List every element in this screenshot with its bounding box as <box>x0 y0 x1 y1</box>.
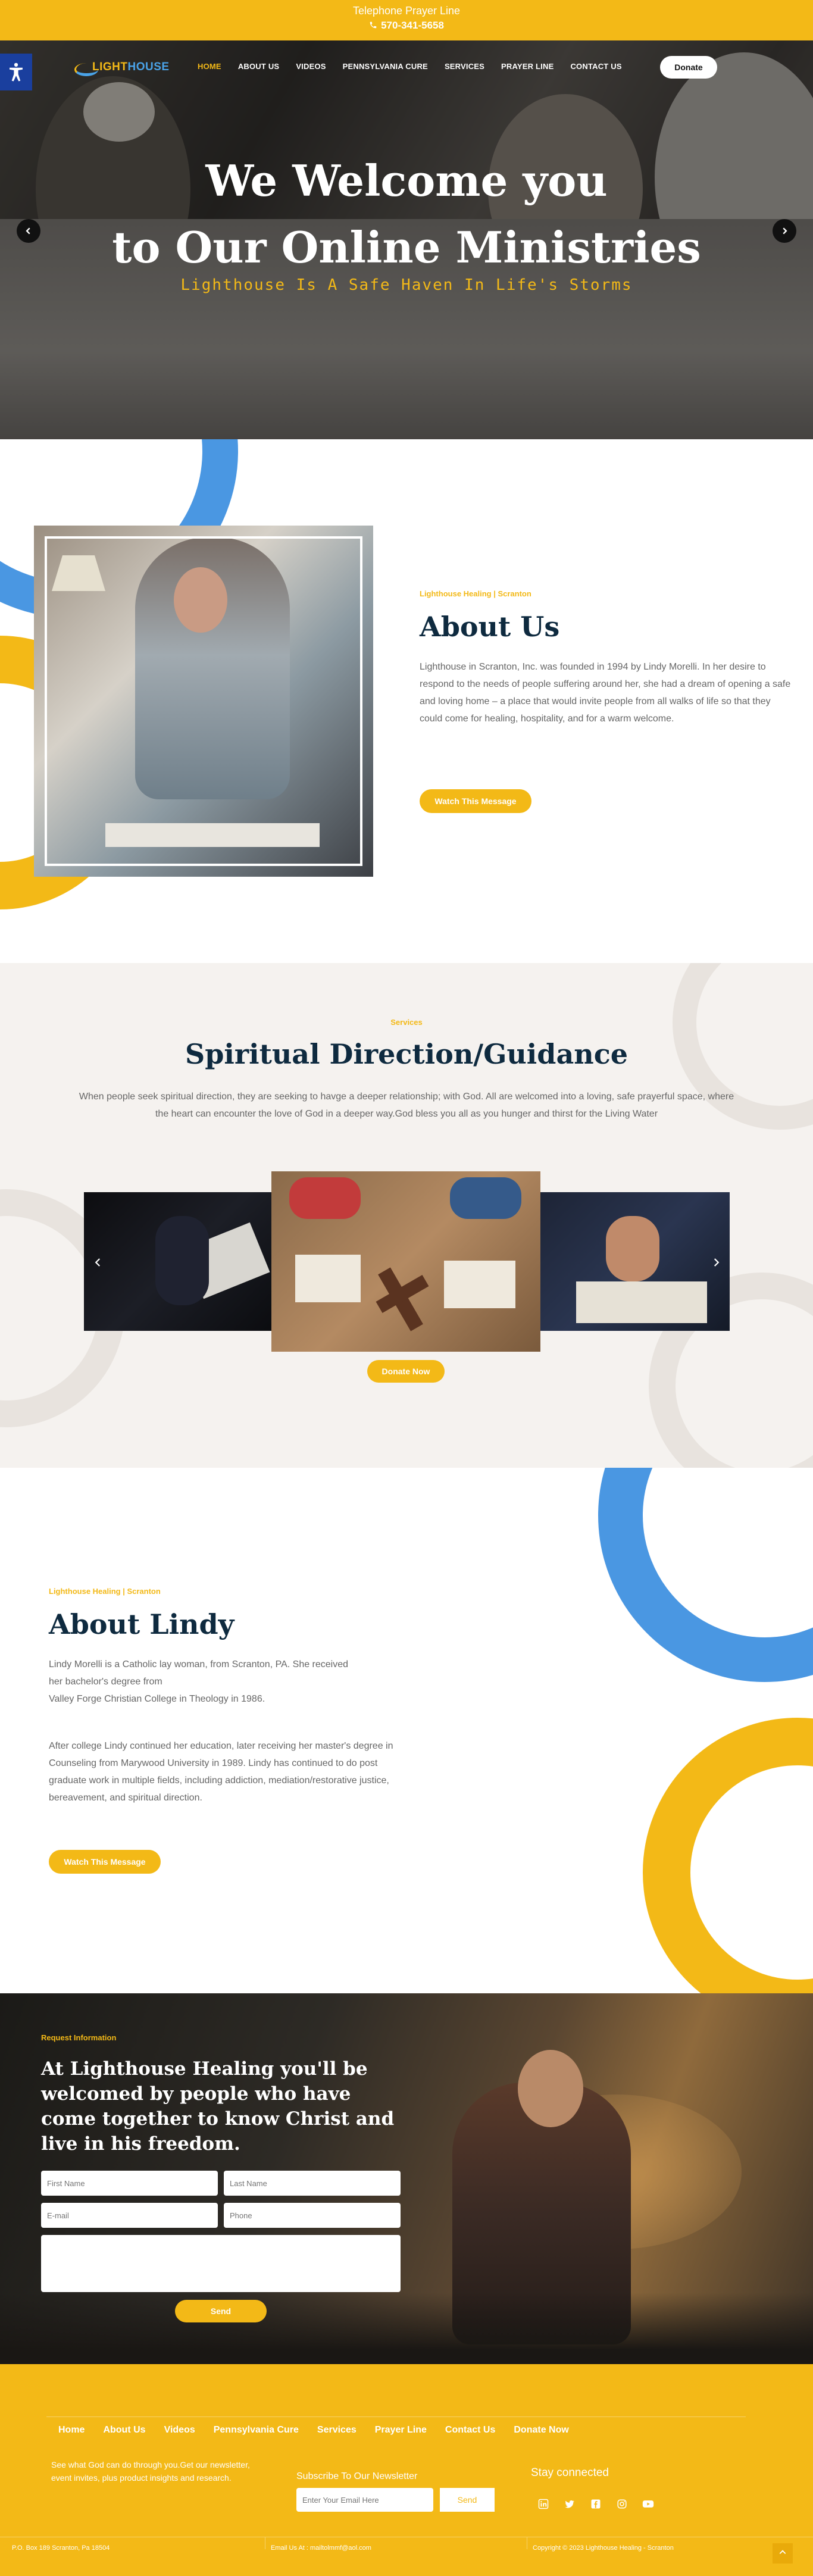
phone-field[interactable] <box>224 2203 401 2228</box>
footer-nav-home[interactable]: Home <box>58 2425 85 2436</box>
footer-copyright: Copyright © 2023 Lighthouse Healing - Sc… <box>533 2544 674 2552</box>
lindy-paragraph-2: After college Lindy continued her educat… <box>49 1741 393 1803</box>
nav-item-prayer-line[interactable]: PRAYER LINE <box>501 62 554 71</box>
request-eyebrow: Request Information <box>41 2033 117 2042</box>
carousel-next-button[interactable] <box>707 1255 725 1273</box>
hero-subtitle: Lighthouse Is A Safe Haven In Life's Sto… <box>180 276 633 294</box>
accessibility-icon <box>10 62 23 82</box>
linkedin-icon[interactable] <box>536 2496 551 2512</box>
nav-item-contact-us[interactable]: CONTACT US <box>570 62 621 71</box>
chevron-right-icon <box>783 227 787 235</box>
carousel-image-praying-hands <box>540 1192 730 1331</box>
footer-nav-videos[interactable]: Videos <box>164 2425 195 2436</box>
about-photo-frame <box>45 536 362 866</box>
facebook-icon[interactable] <box>588 2496 604 2512</box>
social-links <box>536 2496 667 2512</box>
hero-next-button[interactable] <box>773 219 796 243</box>
chevron-up-icon <box>779 2549 786 2554</box>
lindy-paragraph-1: Lindy Morelli is a Catholic lay woman, f… <box>49 1659 349 1704</box>
nav-item-pennsylvania-cure[interactable]: PENNSYLVANIA CURE <box>343 62 428 71</box>
services-title: Spiritual Direction/Guidance <box>185 1038 628 1070</box>
main-menu: HOME ABOUT US VIDEOS PENNSYLVANIA CURE S… <box>198 62 639 71</box>
chevron-right-icon <box>714 1258 720 1267</box>
services-section: Services Spiritual Direction/Guidance Wh… <box>0 963 813 1468</box>
logo-text-house: HOUSE <box>127 61 170 73</box>
hero-title-line-1: We Welcome you <box>205 155 608 206</box>
chevron-left-icon <box>26 227 30 235</box>
footer-blurb: See what God can do through you.Get our … <box>51 2460 250 2483</box>
nav-item-services[interactable]: SERVICES <box>445 62 484 71</box>
carousel-image-prayer-circle <box>271 1171 540 1352</box>
about-body: Lighthouse in Scranton, Inc. was founded… <box>420 662 791 724</box>
lindy-title: About Lindy <box>49 1608 234 1640</box>
request-send-button[interactable]: Send <box>175 2300 267 2322</box>
hero-slider: LIGHTHOUSE HOME ABOUT US VIDEOS PENNSYLV… <box>0 40 813 439</box>
back-to-top-button[interactable] <box>773 2543 793 2564</box>
decor-blue-ring <box>598 1468 813 1682</box>
services-eyebrow: Services <box>390 1018 423 1027</box>
about-us-section: Lighthouse Healing | Scranton About Us L… <box>0 439 813 963</box>
footer-nav-about-us[interactable]: About Us <box>103 2425 145 2436</box>
nav-item-home[interactable]: HOME <box>198 62 221 71</box>
lindy-watch-button[interactable]: Watch This Message <box>49 1850 161 1874</box>
footer-nav-pennsylvania-cure[interactable]: Pennsylvania Cure <box>214 2425 299 2436</box>
top-bar: Telephone Prayer Line 570-341-5658 <box>0 0 813 40</box>
donate-button[interactable]: Donate <box>660 56 717 79</box>
chevron-left-icon <box>95 1258 101 1267</box>
hero-title-line-2: to Our Online Ministries <box>112 222 701 273</box>
instagram-icon[interactable] <box>614 2496 630 2512</box>
email-field[interactable] <box>41 2203 218 2228</box>
phone-icon <box>370 21 377 29</box>
decor-yellow-ring <box>643 1718 813 1993</box>
twitter-icon[interactable] <box>562 2496 577 2512</box>
footer-email[interactable]: Email Us At : mailtolmmf@aol.com <box>271 2544 371 2552</box>
about-eyebrow: Lighthouse Healing | Scranton <box>420 589 531 598</box>
footer-bottom-bar: P.O. Box 189 Scranton, Pa 18504 Email Us… <box>0 2537 813 2576</box>
site-logo[interactable]: LIGHTHOUSE <box>74 54 170 83</box>
about-lindy-section: Lighthouse Healing | Scranton About Lind… <box>0 1468 813 1993</box>
newsletter-email-input[interactable] <box>296 2488 433 2512</box>
about-title: About Us <box>420 611 560 643</box>
prayer-line-phone[interactable]: 570-341-5658 <box>0 20 813 32</box>
youtube-icon[interactable] <box>640 2496 656 2512</box>
footer: Home About Us Videos Pennsylvania Cure S… <box>0 2364 813 2576</box>
carousel-prev-button[interactable] <box>89 1255 107 1273</box>
footer-address: P.O. Box 189 Scranton, Pa 18504 <box>12 2544 110 2552</box>
footer-nav-prayer-line[interactable]: Prayer Line <box>375 2425 427 2436</box>
message-field[interactable] <box>41 2235 401 2292</box>
accessibility-button[interactable] <box>0 54 32 90</box>
subscribe-title: Subscribe To Our Newsletter <box>296 2471 418 2481</box>
footer-nav-donate-now[interactable]: Donate Now <box>514 2425 568 2436</box>
donate-now-button[interactable]: Donate Now <box>367 1360 445 1383</box>
lindy-eyebrow: Lighthouse Healing | Scranton <box>49 1587 161 1596</box>
request-info-section: Request Information At Lighthouse Healin… <box>0 1993 813 2364</box>
hero-prev-button[interactable] <box>17 219 40 243</box>
about-photo <box>34 526 373 877</box>
footer-nav: Home About Us Videos Pennsylvania Cure S… <box>46 2416 746 2443</box>
first-name-field[interactable] <box>41 2171 218 2196</box>
request-title: At Lighthouse Healing you'll be welcomed… <box>41 2058 395 2155</box>
footer-nav-contact-us[interactable]: Contact Us <box>445 2425 495 2436</box>
footer-nav-services[interactable]: Services <box>317 2425 357 2436</box>
carousel-image-bible-reading <box>84 1192 274 1331</box>
hero-title: We Welcome you to Our Online Ministries <box>0 148 813 281</box>
newsletter-send-button[interactable]: Send <box>440 2488 495 2512</box>
about-watch-button[interactable]: Watch This Message <box>420 789 531 813</box>
nav-item-videos[interactable]: VIDEOS <box>296 62 326 71</box>
last-name-field[interactable] <box>224 2171 401 2196</box>
logo-text-light: LIGHT <box>92 61 128 73</box>
nav-item-about-us[interactable]: ABOUT US <box>238 62 280 71</box>
services-body: When people seek spiritual direction, th… <box>79 1092 734 1119</box>
stay-connected-label: Stay connected <box>531 2466 609 2479</box>
prayer-line-label: Telephone Prayer Line <box>352 5 461 17</box>
main-nav: LIGHTHOUSE HOME ABOUT US VIDEOS PENNSYLV… <box>0 40 813 97</box>
